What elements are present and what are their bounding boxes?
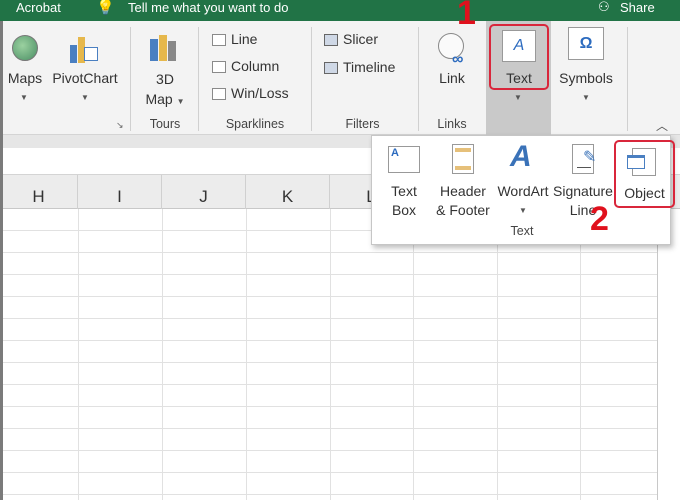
share-user-icon[interactable]: ⚇ — [598, 0, 610, 15]
chain-icon: ∞ — [452, 51, 464, 68]
slicer-icon — [324, 34, 338, 47]
sparkline-winloss-button[interactable]: Win/Loss — [212, 85, 289, 101]
header-footer-icon — [452, 144, 474, 174]
acrobat-tab[interactable]: Acrobat — [16, 0, 61, 15]
tell-me-search[interactable]: Tell me what you want to do — [128, 0, 288, 15]
group-label-text: Text — [510, 224, 534, 238]
divider — [130, 27, 131, 131]
slicer-button[interactable]: Slicer — [324, 31, 378, 47]
3d-map-icon — [150, 35, 180, 63]
text-button[interactable]: A Text — [489, 24, 549, 90]
header-footer-label: Header — [440, 183, 486, 199]
column-sparkline-icon — [212, 61, 226, 74]
3d-map-button[interactable]: 3D — [145, 71, 185, 87]
chevron-down-icon[interactable]: ▼ — [177, 97, 185, 106]
pivotchart-button[interactable]: PivotChart — [50, 70, 120, 86]
chevron-down-icon[interactable]: ▼ — [492, 201, 554, 220]
pivotchart-icon — [70, 35, 100, 63]
line-label: Line — [231, 31, 258, 47]
globe-icon — [12, 35, 38, 61]
chevron-down-icon[interactable]: ▼ — [20, 93, 28, 102]
column-header-k[interactable]: K — [246, 175, 330, 209]
object-label: Object — [624, 185, 665, 201]
chevron-down-icon[interactable]: ▼ — [81, 93, 89, 102]
text-box-icon: A — [388, 146, 420, 173]
insert-ribbon: Maps ▼ PivotChart ▼ ↘ 3D Map ▼ Tours Lin… — [0, 21, 680, 135]
step-2-annotation: 2 — [590, 200, 609, 238]
sparkline-line-button[interactable]: Line — [212, 31, 257, 47]
header-footer-button[interactable]: Header & Footer — [430, 182, 496, 220]
divider — [418, 27, 419, 131]
column-header-j[interactable]: J — [162, 175, 246, 209]
wordart-icon: A — [510, 140, 532, 173]
group-label-filters: Filters — [345, 117, 380, 131]
sparkline-column-button[interactable]: Column — [212, 58, 279, 74]
column-label: Column — [231, 58, 280, 74]
chevron-down-icon[interactable]: ▼ — [582, 93, 590, 102]
3d-map-label[interactable]: Map — [145, 91, 172, 107]
text-label: Text — [506, 70, 532, 86]
window-border — [0, 21, 3, 500]
symbols-button[interactable]: Symbols — [555, 70, 617, 86]
link-button[interactable]: Link — [432, 70, 472, 86]
text-dropdown-menu: A Text Box Header & Footer A WordArt ▼ ✎ Si… — [371, 135, 675, 245]
column-header-i[interactable]: I — [78, 175, 162, 209]
header-footer-label-2: & Footer — [436, 202, 490, 218]
dialog-launcher-icon[interactable]: ↘ — [116, 120, 124, 131]
divider — [198, 27, 199, 131]
text-box-button[interactable]: Text Box — [380, 182, 428, 220]
lightbulb-icon: 💡 — [96, 0, 115, 16]
group-label-links: Links — [437, 117, 467, 131]
timeline-icon — [324, 62, 338, 75]
text-box-label: Text — [391, 183, 417, 199]
object-button[interactable]: Object — [614, 140, 675, 208]
signature-line-label: Signature — [553, 183, 613, 199]
chevron-down-icon[interactable]: ▼ — [514, 93, 522, 102]
timeline-label: Timeline — [343, 59, 396, 75]
text-box-label-2: Box — [391, 202, 417, 218]
omega-icon: Ω — [568, 27, 604, 60]
divider — [627, 27, 628, 131]
object-icon — [627, 148, 656, 176]
title-bar: Acrobat 💡 Tell me what you want to do ⚇ … — [0, 0, 680, 21]
winloss-sparkline-icon — [212, 88, 226, 101]
wordart-label: WordArt — [497, 183, 549, 199]
maps-button[interactable]: Maps — [4, 70, 46, 86]
signature-line-icon: ✎ — [572, 144, 596, 174]
slicer-label: Slicer — [343, 31, 379, 47]
timeline-button[interactable]: Timeline — [324, 59, 395, 75]
share-button[interactable]: Share — [620, 0, 655, 15]
winloss-label: Win/Loss — [231, 85, 289, 101]
step-1-annotation: 1 — [457, 0, 476, 32]
column-header-h[interactable]: H — [0, 175, 78, 209]
group-label-tours: Tours — [149, 117, 181, 131]
line-sparkline-icon — [212, 34, 226, 47]
divider — [311, 27, 312, 131]
text-icon: A — [502, 30, 536, 62]
collapse-ribbon-icon[interactable]: ︿ — [656, 117, 668, 134]
wordart-button[interactable]: WordArt ▼ — [492, 182, 554, 220]
group-label-sparklines: Sparklines — [225, 117, 285, 131]
